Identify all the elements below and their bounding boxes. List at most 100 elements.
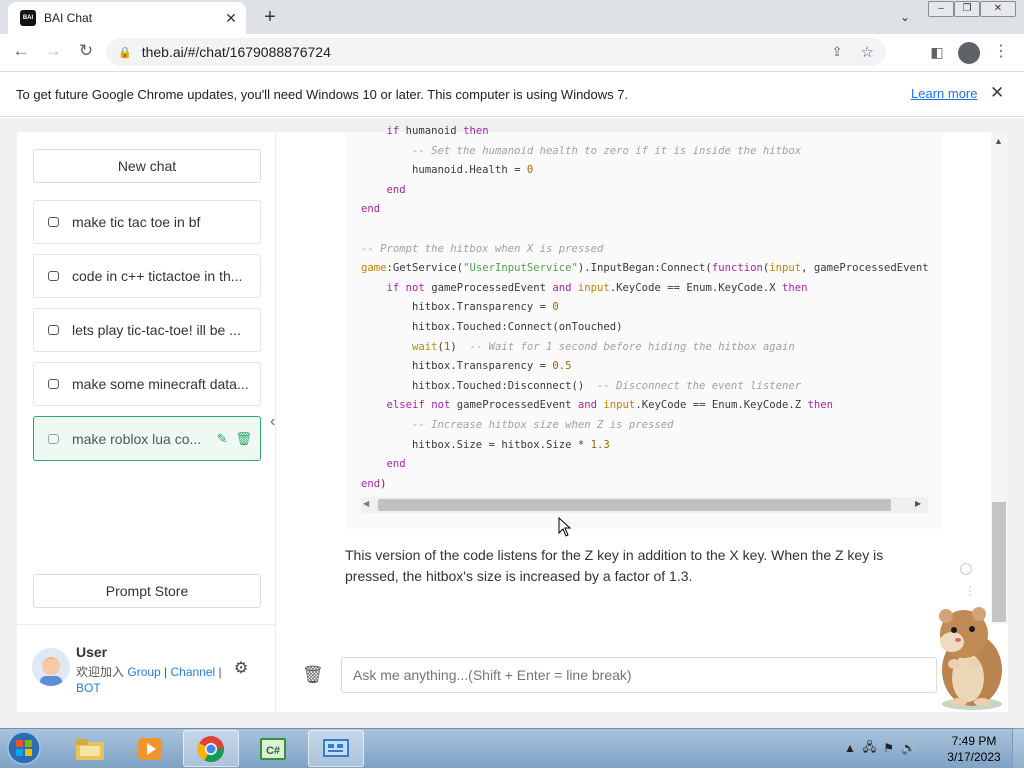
code-line: hitbox.Transparency = 0.5 (361, 360, 572, 373)
start-button[interactable] (2, 729, 46, 768)
back-icon[interactable]: ← (8, 40, 34, 62)
edit-icon[interactable]: ✎ (217, 431, 228, 447)
media-player-icon (138, 737, 162, 760)
lock-icon: 🔒 (118, 46, 132, 59)
explorer-taskbar-button[interactable] (62, 730, 118, 767)
settings-gear-icon[interactable]: ⚙ (232, 660, 250, 678)
show-hidden-icons-icon[interactable]: ▲ (844, 741, 856, 755)
update-infobar: To get future Google Chrome updates, you… (0, 73, 1024, 117)
minimize-button[interactable]: – (928, 1, 954, 17)
url-text: theb.ai/#/chat/1679088876724 (141, 44, 331, 60)
user-name: User (76, 644, 108, 660)
code-line: -- Increase hitbox size when Z is presse… (412, 418, 674, 431)
csharp-icon: C# (260, 737, 286, 760)
media-player-taskbar-button[interactable] (122, 730, 178, 767)
forward-icon[interactable]: → (40, 40, 66, 62)
remote-desktop-icon (323, 738, 349, 757)
scroll-left-arrow-icon[interactable]: ◀ (363, 499, 369, 508)
scroll-up-arrow-icon[interactable]: ▲ (994, 136, 1003, 146)
learn-more-link[interactable]: Learn more (911, 86, 977, 101)
code-line: hitbox.Size = hitbox.Size * 1.3 (361, 438, 610, 451)
chrome-icon (197, 735, 225, 762)
close-tab-icon[interactable]: ✕ (220, 10, 242, 27)
restore-button[interactable]: ❐ (954, 1, 980, 17)
side-panel-icon[interactable]: ◧ (926, 42, 948, 62)
code-scrollbar-thumb[interactable] (378, 499, 891, 511)
volume-icon[interactable]: 🔊 (901, 741, 916, 755)
show-desktop-button[interactable] (1012, 728, 1024, 768)
reload-icon[interactable]: ↻ (73, 40, 99, 62)
address-bar[interactable]: 🔒 theb.ai/#/chat/1679088876724 ⇪ ☆ (106, 38, 886, 66)
prompt-input[interactable] (341, 657, 937, 693)
scroll-right-arrow-icon[interactable]: ▶ (915, 499, 921, 508)
delete-icon[interactable]: 🗑 (235, 431, 252, 447)
share-icon[interactable]: ⇪ (832, 44, 843, 60)
remote-desktop-taskbar-button[interactable] (308, 730, 364, 767)
chat-list-item[interactable]: code in c++ tictactoe in th... (33, 254, 261, 298)
bai-favicon-icon: BAI (20, 10, 36, 26)
code-line: hitbox.Touched:Disconnect() -- Disconnec… (361, 379, 802, 392)
close-window-button[interactable]: ✕ (980, 1, 1016, 17)
message-status-icon (960, 563, 972, 575)
tab-search-icon[interactable]: ⌄ (893, 6, 917, 28)
code-line: hitbox.Touched:Connect(onTouched) (361, 320, 623, 333)
clock-date: 3/17/2023 (947, 750, 1001, 764)
chat-title: code in c++ tictactoe in th... (72, 268, 243, 284)
chat-title: make some minecraft data... (72, 376, 249, 392)
clear-chat-trash-icon[interactable]: 🗑 (302, 664, 324, 686)
chat-list-item[interactable]: make tic tac toe in bf (33, 200, 261, 244)
code-line: end (361, 203, 381, 216)
code-line: -- Prompt the hitbox when X is pressed (361, 242, 604, 255)
network-icon[interactable]: 🖧 (863, 738, 876, 759)
profile-avatar-icon[interactable] (958, 42, 980, 64)
browser-tab[interactable]: BAI BAI Chat ✕ (8, 2, 246, 34)
hamster-mascot-icon (924, 600, 1010, 712)
channel-link[interactable]: Channel (171, 665, 216, 679)
chrome-taskbar-button[interactable] (183, 730, 239, 767)
code-content: if humanoid then -- Set the humanoid hea… (361, 122, 931, 498)
code-line: game:GetService("UserInputService").Inpu… (361, 262, 929, 275)
code-line: end (386, 458, 406, 471)
new-chat-button[interactable]: New chat (33, 149, 261, 183)
collapse-sidebar-icon[interactable]: ‹ (270, 412, 284, 432)
welcome-text: 欢迎加入 (76, 665, 125, 679)
chat-list-item[interactable]: make some minecraft data... (33, 362, 261, 406)
chat-bubble-icon (48, 379, 59, 389)
user-avatar (32, 648, 70, 686)
action-center-flag-icon[interactable]: ⚑ (883, 741, 894, 755)
code-line: humanoid.Health = 0 (361, 164, 534, 177)
infobar-message: To get future Google Chrome updates, you… (16, 87, 629, 102)
clock-time: 7:49 PM (951, 734, 997, 748)
chat-list-item-active[interactable]: make roblox lua co... ✎ 🗑 (33, 416, 261, 461)
divider (17, 624, 276, 625)
svg-text:C#: C# (266, 745, 280, 757)
csharp-taskbar-button[interactable]: C# (245, 730, 301, 767)
code-line: end) (361, 477, 387, 490)
mouse-cursor-icon (558, 516, 572, 537)
chat-list-item[interactable]: lets play tic-tac-toe! ill be ... (33, 308, 261, 352)
code-line: if not gameProcessedEvent and input.KeyC… (386, 281, 808, 294)
new-tab-button[interactable]: + (256, 4, 284, 30)
bookmark-star-icon[interactable]: ☆ (861, 43, 874, 61)
taskbar-clock[interactable]: 7:49 PM 3/17/2023 (944, 733, 1004, 765)
chat-title: make tic tac toe in bf (72, 214, 201, 230)
folder-icon (76, 738, 104, 760)
code-line: wait(1) -- Wait for 1 second before hidi… (412, 340, 795, 353)
group-link[interactable]: Group (127, 665, 160, 679)
tab-title: BAI Chat (44, 11, 93, 25)
chat-bubble-icon (48, 433, 59, 444)
chat-bubble-icon (48, 217, 59, 227)
chat-bubble-icon (48, 325, 59, 335)
assistant-message-text: This version of the code listens for the… (345, 547, 884, 584)
menu-kebab-icon[interactable]: ⋮ (990, 42, 1012, 62)
code-line: elseif not gameProcessedEvent and input.… (386, 399, 834, 412)
chat-bubble-icon (48, 271, 59, 281)
close-infobar-icon[interactable]: ✕ (990, 83, 1004, 103)
chat-title: lets play tic-tac-toe! ill be ... (72, 322, 241, 338)
user-community-links: 欢迎加入 Group | Channel | BOT (76, 665, 222, 695)
code-line: end (386, 183, 406, 196)
bot-link[interactable]: BOT (76, 681, 101, 695)
message-more-icon[interactable]: ⋮ (964, 584, 976, 598)
prompt-store-button[interactable]: Prompt Store (33, 574, 261, 608)
